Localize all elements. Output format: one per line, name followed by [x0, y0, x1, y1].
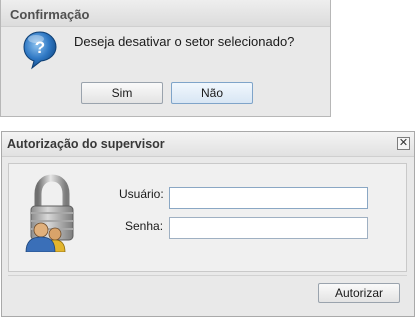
yes-button[interactable]: Sim — [81, 82, 163, 104]
footer-divider — [8, 275, 407, 276]
lock-users-icon — [25, 174, 74, 252]
confirm-message: Deseja desativar o setor selecionado? — [74, 34, 295, 49]
username-input[interactable] — [169, 187, 368, 209]
auth-dialog-titlebar[interactable]: Autorização do supervisor ✕ — [2, 132, 414, 157]
authorize-button[interactable]: Autorizar — [318, 283, 400, 303]
auth-dialog-title: Autorização do supervisor — [7, 137, 165, 151]
confirm-dialog-titlebar[interactable]: Confirmação — [1, 0, 330, 27]
close-icon[interactable]: ✕ — [397, 137, 410, 150]
confirm-dialog: Confirmação ? Deseja desativar o setor s… — [0, 0, 331, 117]
password-input[interactable] — [169, 217, 368, 239]
username-label: Usuário: — [119, 187, 164, 201]
confirm-dialog-title: Confirmação — [10, 7, 90, 22]
no-button[interactable]: Não — [171, 82, 253, 104]
question-icon: ? — [23, 31, 57, 70]
password-label: Senha: — [125, 219, 164, 233]
svg-text:?: ? — [35, 38, 45, 57]
